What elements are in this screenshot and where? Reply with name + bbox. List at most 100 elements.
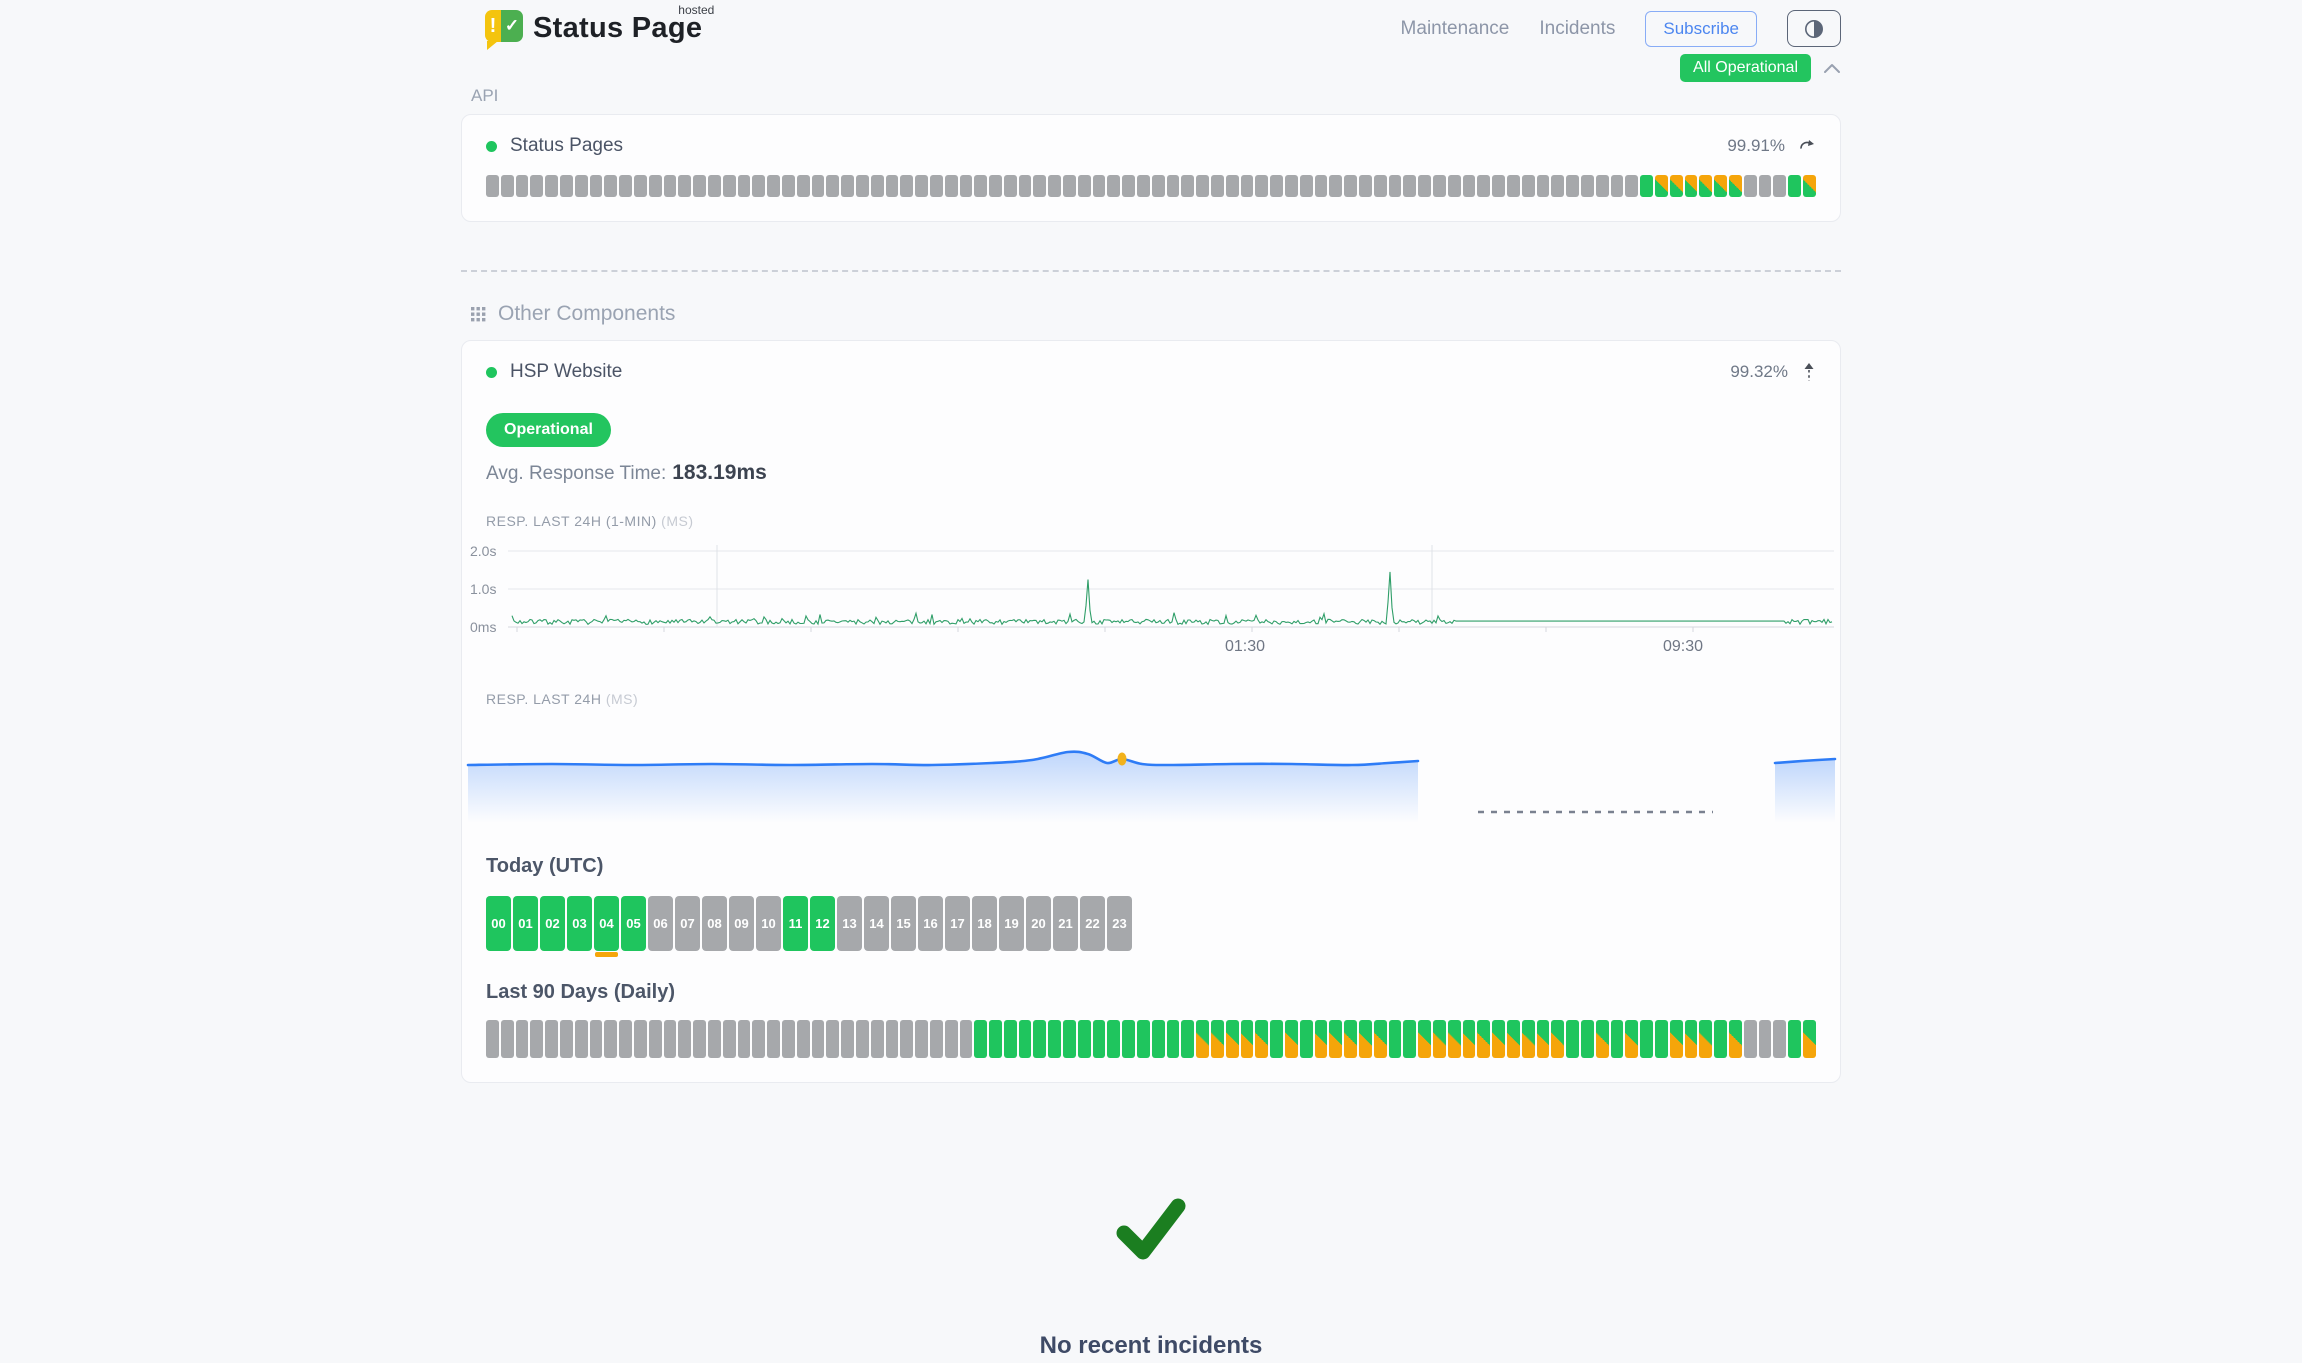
uptime-bar [1137, 175, 1150, 197]
uptime-bar [1596, 175, 1609, 197]
uptime-bar [989, 175, 1002, 197]
hour-box: 05 [621, 896, 646, 951]
uptime-bar [1107, 175, 1120, 197]
uptime-bar [1196, 175, 1209, 197]
uptime-bar [1093, 1020, 1106, 1058]
uptime-bar [1255, 175, 1268, 197]
uptime-bar [1655, 175, 1668, 197]
arrow-up-dashed-icon[interactable] [1802, 362, 1816, 382]
uptime-bar [1714, 175, 1727, 197]
dashed-divider [461, 270, 1841, 272]
resp-24h-area-chart [462, 723, 1840, 825]
uptime-bar [1344, 175, 1357, 197]
uptime-bar [486, 1020, 499, 1058]
uptime-bar [1315, 1020, 1328, 1058]
uptime-bar [974, 1020, 987, 1058]
uptime-bar [1685, 1020, 1698, 1058]
check-icon: ✓ [501, 10, 523, 42]
brand[interactable]: ! ✓ Status Page hosted [485, 10, 702, 46]
uptime-bar [1344, 1020, 1357, 1058]
uptime-bar [1640, 1020, 1653, 1058]
uptime-bar [826, 1020, 839, 1058]
hour-box: 02 [540, 896, 565, 951]
uptime-bar [664, 175, 677, 197]
uptime-bar [782, 1020, 795, 1058]
refresh-icon[interactable] [1799, 139, 1816, 153]
uptime-bar [930, 175, 943, 197]
uptime-bar [678, 175, 691, 197]
avg-response-value: 183.19ms [672, 461, 767, 484]
avg-response-label: Avg. Response Time: [486, 463, 666, 484]
nav-incidents[interactable]: Incidents [1539, 18, 1615, 40]
no-incidents-title: No recent incidents [461, 1332, 1841, 1360]
contrast-icon [1803, 18, 1825, 40]
component-row-status-pages[interactable]: Status Pages 99.91% [486, 135, 1816, 157]
resp-1min-chart-unit: (MS) [661, 513, 693, 529]
hour-box: 03 [567, 896, 592, 951]
uptime-bar [1389, 175, 1402, 197]
uptime-bar [1033, 175, 1046, 197]
page: ! ✓ Status Page hosted Maintenance Incid… [461, 0, 1841, 1363]
svg-text:2.0s: 2.0s [470, 543, 496, 559]
uptime-bar [1448, 175, 1461, 197]
uptime-bar [1255, 1020, 1268, 1058]
uptime-bar [738, 1020, 751, 1058]
uptime-bar [989, 1020, 1002, 1058]
uptime-bar [1596, 1020, 1609, 1058]
uptime-bar [1078, 175, 1091, 197]
uptime-bar [1744, 1020, 1757, 1058]
uptime-bar [945, 1020, 958, 1058]
uptime-bar [782, 175, 795, 197]
uptime-bar [1803, 175, 1816, 197]
footer: No recent incidents To view all past inc… [461, 1195, 1841, 1363]
uptime-bar [841, 1020, 854, 1058]
uptime-bar [1477, 175, 1490, 197]
uptime-bar [1122, 1020, 1135, 1058]
today-utc-title: Today (UTC) [486, 855, 1816, 878]
theme-toggle-button[interactable] [1787, 10, 1841, 47]
uptime-bar [1803, 1020, 1816, 1058]
uptime-bar [1699, 175, 1712, 197]
hour-box: 23 [1107, 896, 1132, 951]
uptime-bar [590, 1020, 603, 1058]
uptime-bar [1759, 175, 1772, 197]
hour-box: 10 [756, 896, 781, 951]
nav-maintenance[interactable]: Maintenance [1401, 18, 1510, 40]
overall-status-badge: All Operational [1680, 54, 1811, 82]
hour-box: 15 [891, 896, 916, 951]
component-row-hsp-website[interactable]: HSP Website 99.32% [486, 361, 1816, 383]
uptime-bar [1004, 175, 1017, 197]
uptime-bar [1418, 1020, 1431, 1058]
uptime-bar [1270, 1020, 1283, 1058]
hour-box: 08 [702, 896, 727, 951]
uptime-bar [545, 1020, 558, 1058]
uptime-bar [619, 1020, 632, 1058]
uptime-bar [1551, 175, 1564, 197]
uptime-bar [1522, 1020, 1535, 1058]
api-section-label: API [471, 86, 1841, 106]
uptime-bar [1625, 1020, 1638, 1058]
uptime-bar [1670, 175, 1683, 197]
uptime-bar [1152, 175, 1165, 197]
hour-box: 11 [783, 896, 808, 951]
chevron-up-icon[interactable] [1823, 63, 1841, 74]
uptime-bar [1537, 175, 1550, 197]
grid-icon [471, 307, 486, 322]
uptime-bar [1152, 1020, 1165, 1058]
uptime-bar [812, 1020, 825, 1058]
uptime-bar [945, 175, 958, 197]
uptime-bar [1329, 175, 1342, 197]
uptime-bar [723, 175, 736, 197]
uptime-bar [1048, 1020, 1061, 1058]
uptime-bar [1492, 175, 1505, 197]
subscribe-button[interactable]: Subscribe [1645, 11, 1757, 47]
hour-box: 18 [972, 896, 997, 951]
other-components-title: Other Components [498, 302, 675, 326]
uptime-bar [960, 175, 973, 197]
exclaim-icon: ! [485, 10, 501, 42]
uptime-bar [1418, 175, 1431, 197]
uptime-bar [1389, 1020, 1402, 1058]
uptime-bar [560, 175, 573, 197]
uptime-bar [1403, 1020, 1416, 1058]
brand-name: Status Page [533, 12, 702, 44]
